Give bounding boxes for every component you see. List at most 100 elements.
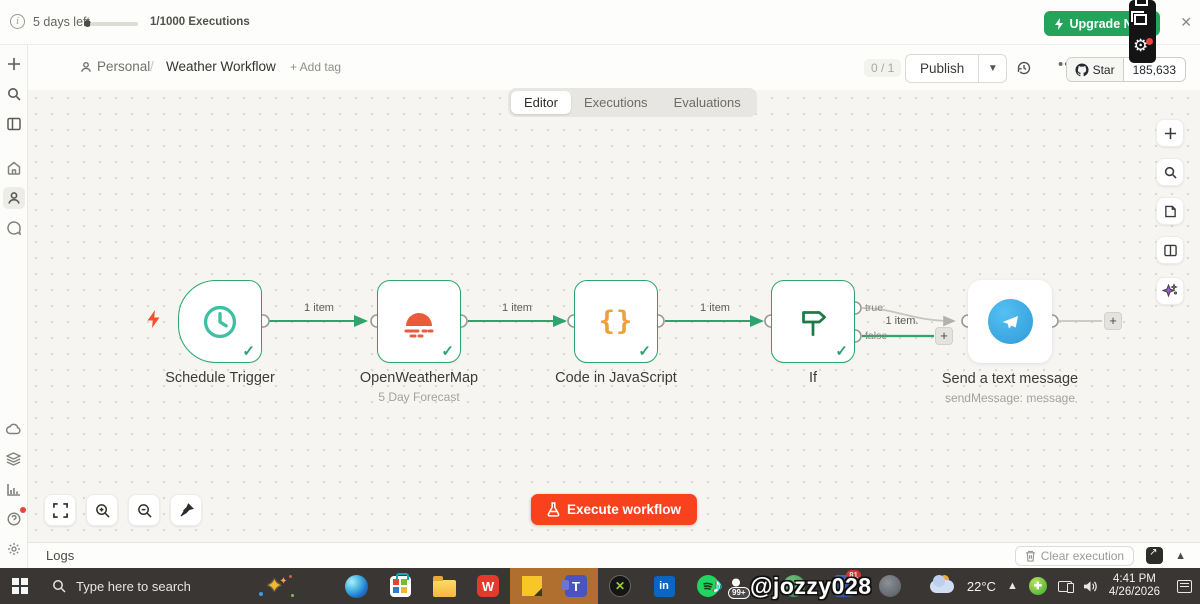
antivirus-tray-icon[interactable]: ✚ [1028,577,1047,595]
wps-office-icon[interactable]: W [466,568,510,604]
add-tag-button[interactable]: + Add tag [290,60,341,74]
clock-icon [203,305,237,338]
publish-button[interactable]: Publish [905,54,980,83]
sticky-notes-icon[interactable] [510,568,554,604]
search-icon[interactable] [3,83,25,105]
help-notification-dot [19,507,26,513]
panel-toggle-icon[interactable] [3,113,25,135]
node-if[interactable]: ✓ [771,280,855,363]
copilot-icon[interactable]: ✦ ✦ [255,568,299,604]
window-icon[interactable] [1135,0,1148,6]
help-icon[interactable] [3,507,26,530]
node-schedule-trigger[interactable]: ✓ [178,280,262,363]
node-subtitle: sendMessage: message [944,391,1076,405]
connection-items-label: 1 item [700,302,730,314]
search-nodes-button[interactable] [1156,158,1184,186]
clock-widget[interactable]: 4:41 PM 4/26/2026 [1109,573,1160,599]
teams-icon[interactable]: T [554,568,598,604]
tidy-up-button[interactable] [170,494,202,526]
system-tray: 22°C ▲ ✚ 4:41 PM 4/26/2026 [929,568,1200,604]
tray-expand-icon[interactable]: ▲ [1007,580,1018,592]
edge-icon[interactable] [334,568,378,604]
tab-executions[interactable]: Executions [571,91,661,114]
tray-date: 4/26/2026 [1108,586,1160,598]
add-node-plus-button[interactable]: + [935,327,953,345]
view-tabs: Editor Executions Evaluations [508,88,757,117]
game-app-icon[interactable]: ✕ [598,568,642,604]
success-check-icon: ✓ [638,343,651,360]
templates-icon[interactable] [3,448,25,470]
breadcrumb-separator: / [150,59,154,74]
linkedin-icon[interactable]: in [642,568,686,604]
action-center-icon[interactable] [1177,579,1192,593]
sparkle-icon [1162,283,1178,298]
volume-icon[interactable] [1083,580,1098,593]
file-explorer-icon[interactable] [422,568,466,604]
zoom-in-button[interactable] [86,494,118,526]
trash-icon [1025,550,1035,562]
connection-items-label: 1 item [304,302,334,314]
insights-icon[interactable] [3,478,25,500]
banner-close-icon[interactable]: ✕ [1180,14,1192,31]
temperature-label[interactable]: 22°C [967,579,996,594]
trigger-bolt-icon [146,310,161,333]
zoom-out-button[interactable] [128,494,160,526]
spotify-icon[interactable] [686,568,730,604]
chat-icon[interactable] [3,217,25,239]
node-openweathermap[interactable]: ✓ [377,280,461,363]
windows-logo-icon [12,578,28,594]
sunset-icon [404,312,434,337]
execute-workflow-button[interactable]: Execute workflow [530,494,698,525]
search-icon [53,580,66,593]
new-workflow-icon[interactable] [3,53,25,75]
ai-assistant-button[interactable] [1156,277,1184,305]
tab-evaluations[interactable]: Evaluations [661,91,754,114]
node-label: If [808,370,818,386]
hidden-app-icon[interactable] [772,568,816,604]
personal-project-icon[interactable] [2,187,25,209]
left-sidebar [0,45,28,568]
cloud-admin-icon[interactable] [3,418,25,440]
hidden-app-icon[interactable] [868,568,912,604]
split-panel-button[interactable] [1156,236,1184,264]
executions-quota: 1/1000 Executions [150,16,250,28]
fit-view-button[interactable] [44,494,76,526]
breadcrumb-project[interactable]: Personal [80,59,150,74]
device-tray-icon[interactable] [1057,580,1074,593]
node-send-text-message[interactable] [968,280,1052,363]
node-code-in-javascript[interactable]: {} ✓ [574,280,658,363]
node-subtitle: 5 Day Forecast [378,390,460,404]
flask-icon [547,502,560,517]
copy-window-icon[interactable] [1131,11,1147,25]
logs-panel-header[interactable]: Logs Clear execution ▲ [28,542,1200,568]
node-label: Send a text message [941,371,1079,387]
popout-logs-icon[interactable] [1146,547,1164,564]
capture-overlay-toolbar[interactable]: ⚙ [1129,0,1156,63]
workflow-canvas[interactable]: ✓ Schedule Trigger ✓ OpenWeatherMap 5 Da… [28,90,1200,542]
collapse-logs-icon[interactable]: ▲ [1175,550,1186,562]
sticky-note-button[interactable] [1156,197,1184,225]
node-label: Code in JavaScript [555,370,677,386]
person-icon [81,61,91,72]
history-icon[interactable] [1016,60,1032,81]
tab-editor[interactable]: Editor [511,91,571,114]
github-star-widget[interactable]: Star 185,633 [1065,57,1186,82]
add-node-button[interactable] [1156,119,1184,147]
success-check-icon: ✓ [835,343,848,360]
weather-icon[interactable] [929,575,956,595]
telegram-icon [987,299,1033,344]
settings-icon[interactable] [3,538,25,560]
microsoft-store-icon[interactable] [378,568,422,604]
tray-time: 4:41 PM [1113,573,1156,585]
add-node-plus-button[interactable]: + [1104,312,1122,330]
notification-badge: 81 [846,570,861,581]
hidden-app-icon[interactable]: 81 [822,568,866,604]
workflow-title[interactable]: Weather Workflow [166,59,276,74]
clear-execution-button[interactable]: Clear execution [1014,545,1135,566]
start-button[interactable] [0,568,40,604]
home-icon[interactable] [3,157,25,179]
info-icon: i [10,14,25,29]
trial-banner: i 5 days left 1/1000 Executions Upgrade … [0,0,1200,45]
taskbar-search[interactable]: Type here to search [40,568,255,604]
publish-dropdown-caret[interactable]: ▼ [979,54,1008,83]
